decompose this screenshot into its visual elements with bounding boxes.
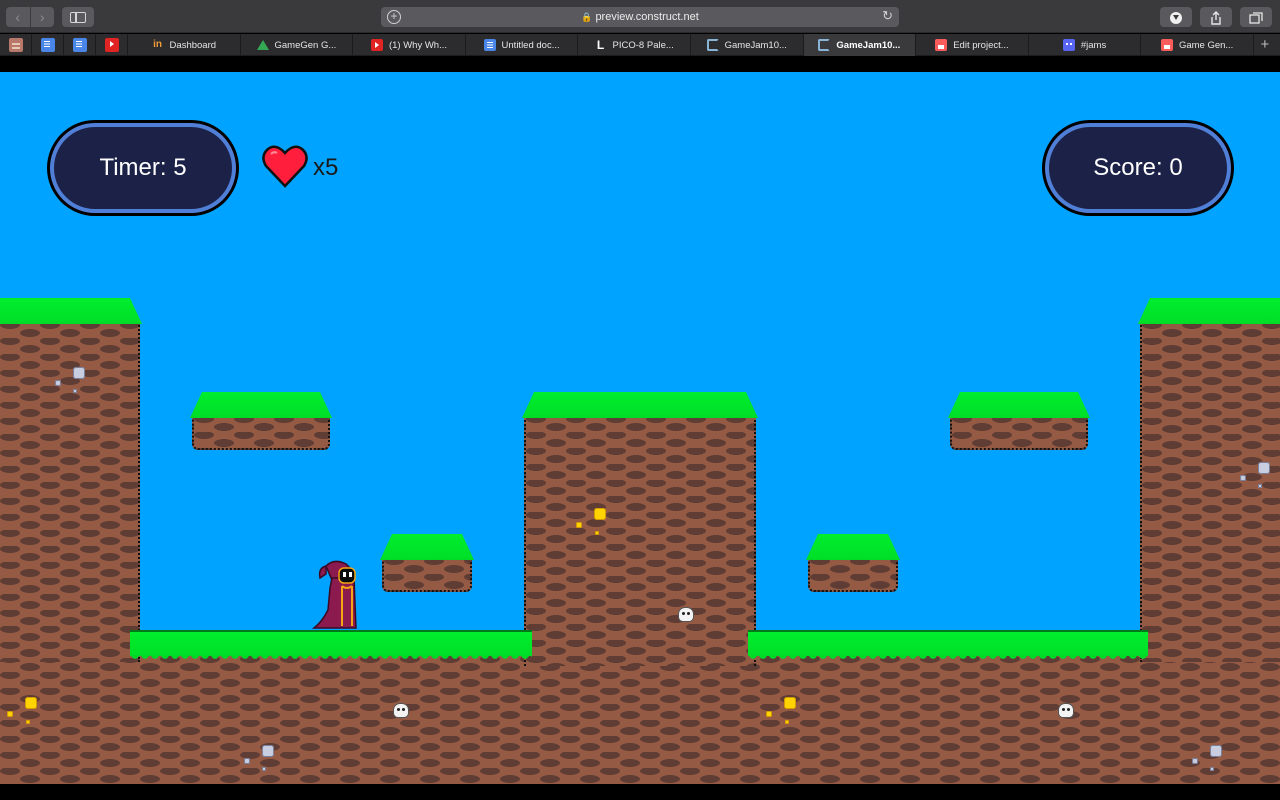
share-button[interactable] [1200, 7, 1232, 27]
small-platform-1-grass [380, 534, 474, 560]
youtube-icon [370, 39, 383, 51]
browser-toolbar: ‹ › + 🔒 preview.construct.net ↻ [0, 0, 1280, 33]
ground-grass-right [748, 630, 1148, 663]
history-nav: ‹ › [6, 7, 54, 27]
sidebar-icon [70, 12, 86, 23]
doc-icon [483, 39, 496, 51]
tab-pico8-palette[interactable]: L PICO-8 Pale... [578, 34, 691, 56]
tab-edit-project[interactable]: Edit project... [916, 34, 1029, 56]
tab-jams[interactable]: #jams [1029, 34, 1142, 56]
tab-game-gen[interactable]: Game Gen... [1141, 34, 1254, 56]
score-text: Score: 0 [1093, 154, 1183, 181]
game-canvas[interactable]: Timer: 5 x5 Score: 0 [0, 72, 1280, 784]
viewport-bottom-letterbox [0, 784, 1280, 800]
tab-gamejam-2-active[interactable]: GameJam10... [803, 34, 917, 56]
center-pillar-dirt [524, 416, 756, 666]
tab-untitled-doc[interactable]: Untitled doc... [466, 34, 579, 56]
construct-icon [818, 39, 831, 51]
doc-icon [41, 38, 55, 52]
construct-icon [706, 39, 719, 51]
pinned-tab-3[interactable] [64, 34, 96, 56]
tab-gamegen-drive[interactable]: GameGen G... [241, 34, 354, 56]
skull-fossil [394, 704, 408, 717]
back-button[interactable]: ‹ [6, 7, 31, 27]
tab-bar: in Dashboard GameGen G... (1) Why Wh... U… [0, 34, 1280, 56]
pinned-tab-2[interactable] [32, 34, 64, 56]
left-cliff-dirt [0, 322, 140, 662]
lock-icon: 🔒 [581, 12, 593, 22]
tab-youtube[interactable]: (1) Why Wh... [353, 34, 466, 56]
in-icon: in [153, 39, 162, 50]
doc-icon [73, 38, 87, 52]
center-pillar-grass [522, 392, 758, 418]
skull-fossil [1059, 704, 1073, 717]
pixel-box-icon [9, 38, 23, 52]
discord-icon [1062, 39, 1075, 51]
download-icon [1170, 11, 1182, 24]
youtube-icon [105, 38, 119, 52]
itch-icon [935, 39, 948, 51]
small-platform-1-dirt [382, 558, 472, 592]
heart-icon [262, 145, 308, 188]
skull-fossil [679, 608, 693, 621]
drive-icon [256, 39, 269, 51]
lives-count: x5 [313, 154, 339, 181]
float-platform-2-grass [948, 392, 1090, 418]
share-icon [1211, 10, 1221, 25]
small-platform-2-dirt [808, 558, 898, 592]
downloads-button[interactable] [1160, 7, 1192, 27]
viewport-top-letterbox [0, 57, 1280, 72]
itch-icon [1160, 39, 1173, 51]
float-platform-2-dirt [950, 416, 1088, 450]
forward-button[interactable]: › [31, 7, 55, 27]
new-tab-button[interactable]: + [1254, 34, 1276, 55]
float-platform-1-grass [190, 392, 332, 418]
float-platform-1-dirt [192, 416, 330, 450]
right-cliff-dirt [1140, 322, 1280, 662]
tab-dashboard[interactable]: in Dashboard [128, 34, 241, 56]
pinned-tab-4[interactable] [96, 34, 128, 56]
tab-gamejam-1[interactable]: GameJam10... [691, 34, 804, 56]
timer-display: Timer: 5 [50, 123, 236, 213]
address-text: preview.construct.net [595, 11, 699, 23]
small-platform-2-grass [806, 534, 900, 560]
tab-overview-button[interactable] [1240, 7, 1272, 27]
reload-icon[interactable]: ↻ [882, 8, 893, 24]
left-cliff-grass [0, 298, 142, 324]
right-cliff-grass [1138, 298, 1280, 324]
l-icon: L [596, 38, 605, 52]
sidebar-toggle-button[interactable] [62, 7, 94, 27]
tabs-icon [1249, 12, 1263, 24]
ground-dirt [0, 656, 1280, 784]
pinned-tab-1[interactable] [0, 34, 32, 56]
timer-text: Timer: 5 [99, 154, 187, 181]
ground-grass-left [130, 630, 532, 663]
address-bar[interactable]: + 🔒 preview.construct.net ↻ [381, 7, 899, 27]
player-wizard [312, 560, 357, 629]
score-display: Score: 0 [1045, 123, 1231, 213]
